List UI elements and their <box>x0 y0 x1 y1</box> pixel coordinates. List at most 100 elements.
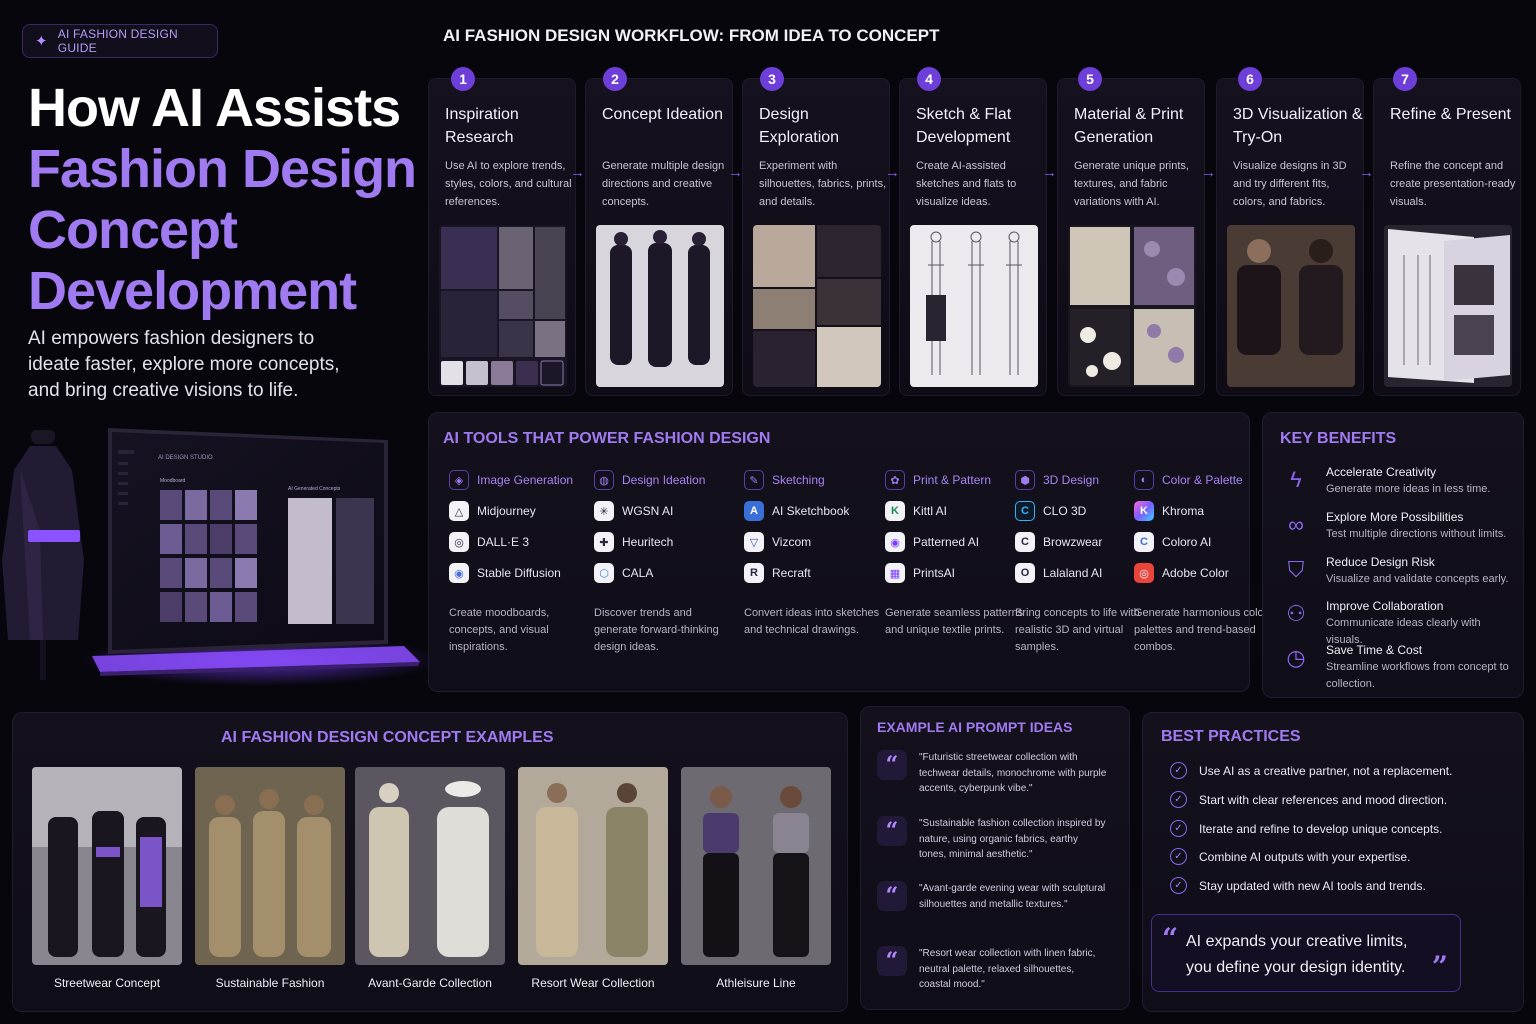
practice-item: ✓ Combine AI outputs with your expertise. <box>1170 848 1410 865</box>
best-practices-title: BEST PRACTICES <box>1161 728 1301 745</box>
workflow-step-2: 2 Concept Ideation Generate multiple des… <box>585 67 733 396</box>
prompt-item: “ "Futuristic streetwear collection with… <box>877 750 1107 797</box>
tool-item[interactable]: R Recraft <box>744 563 884 583</box>
tool-column-design-ideation: ◍ Design Ideation ✳ WGSN AI ✚ Heuritech ⬡ CA… <box>594 470 734 656</box>
step-title: 3D Visualization & Try-On <box>1233 106 1363 146</box>
tool-column-color-palette: ◐ Color & Palette K Khroma C Coloro AI ◎ Ado… <box>1134 470 1274 656</box>
lalaland-icon: O <box>1015 563 1035 583</box>
resort-wear-image <box>518 767 668 965</box>
benefit-item: ⛉ Reduce Design Risk Visualize and valida… <box>1280 554 1520 588</box>
workflow-step-5: 5 Material & Print Generation Generate u… <box>1057 67 1205 396</box>
quote-icon: “ <box>877 946 907 976</box>
check-circle-icon: ✓ <box>1170 762 1187 779</box>
ai-sketchbook-icon: A <box>744 501 764 521</box>
tool-item[interactable]: C Coloro AI <box>1134 532 1274 552</box>
step-number: 1 <box>451 67 475 91</box>
studio-illustration: AI DESIGN STUDIO Moodboard AI Generated … <box>0 410 440 700</box>
3d-cube-icon: ⬢ <box>1015 470 1035 490</box>
3d-tryon-image <box>1227 225 1355 387</box>
tool-item[interactable]: ✳ WGSN AI <box>594 501 734 521</box>
heuritech-icon: ✚ <box>594 532 614 552</box>
tool-description: Discover trends and generate forward-thi… <box>594 607 719 653</box>
page-title: How AI Assists Fashion Design Concept De… <box>28 78 417 321</box>
practice-item: ✓ Iterate and refine to develop unique co… <box>1170 820 1443 837</box>
sketch-flats-image <box>910 225 1038 387</box>
workflow-step-1: 1 Inspiration Research Use AI to explore… <box>428 67 576 396</box>
workflow-step-7: 7 Refine & Present Refine the concept an… <box>1373 67 1521 396</box>
step-title: Design Exploration <box>759 106 840 146</box>
image-generation-icon: ◈ <box>449 470 469 490</box>
benefit-item: ϟ Accelerate Creativity Generate more ide… <box>1280 464 1520 498</box>
benefits-title: KEY BENEFITS <box>1280 430 1397 447</box>
wgsn-icon: ✳ <box>594 501 614 521</box>
step-title: Material & Print Generation <box>1074 106 1184 146</box>
tool-description: Convert ideas into sketches and technica… <box>744 607 880 636</box>
step-title: Inspiration Research <box>445 106 519 146</box>
athleisure-image <box>681 767 831 965</box>
prompt-item: “ "Avant-garde evening wear with sculptu… <box>877 881 1107 912</box>
svg-text:AI DESIGN STUDIO: AI DESIGN STUDIO <box>158 455 213 461</box>
tool-column-print-pattern: ✿ Print & Pattern K Kittl AI ◉ Patterned AI… <box>885 470 1025 639</box>
patterned-ai-icon: ◉ <box>885 532 905 552</box>
practice-item: ✓ Use AI as a creative partner, not a rep… <box>1170 762 1452 779</box>
design-exploration-image <box>753 225 881 387</box>
check-circle-icon: ✓ <box>1170 820 1187 837</box>
benefit-item: ◷ Save Time & Cost Streamline workflows f… <box>1280 642 1520 693</box>
step-title: Refine & Present <box>1390 106 1511 123</box>
streetwear-concept-image <box>32 767 182 965</box>
quote-icon: “ <box>877 816 907 846</box>
print-generation-image <box>1068 225 1196 387</box>
tool-item[interactable]: A AI Sketchbook <box>744 501 884 521</box>
tool-item[interactable]: ◎ DALL·E 3 <box>449 532 589 552</box>
tool-item[interactable]: ⬡ CALA <box>594 563 734 583</box>
tool-item[interactable]: K Khroma <box>1134 501 1274 521</box>
ideation-icon: ◍ <box>594 470 614 490</box>
tool-item[interactable]: ◎ Adobe Color <box>1134 563 1274 583</box>
svg-text:Moodboard: Moodboard <box>160 478 186 484</box>
workflow-title: AI FASHION DESIGN WORKFLOW: FROM IDEA TO… <box>443 26 940 45</box>
hero-subtitle: AI empowers fashion designers to ideate … <box>28 328 340 401</box>
tool-column-image-generation: ◈ Image Generation △ Midjourney ◎ DALL·E 3 … <box>449 470 589 656</box>
arrow-right-icon: → <box>728 164 743 181</box>
midjourney-icon: △ <box>449 501 469 521</box>
step-description: Experiment with silhouettes, fabrics, pr… <box>759 160 887 208</box>
check-circle-icon: ✓ <box>1170 848 1187 865</box>
inspiration-moodboard-image <box>439 225 567 387</box>
tool-item[interactable]: △ Midjourney <box>449 501 589 521</box>
dalle-icon: ◎ <box>449 532 469 552</box>
examples-title: AI FASHION DESIGN CONCEPT EXAMPLES <box>221 729 554 746</box>
tool-description: Create moodboards, concepts, and visual … <box>449 607 550 653</box>
tool-item[interactable]: K Kittl AI <box>885 501 1025 521</box>
step-number: 4 <box>917 67 941 91</box>
quote-text: AI expands your creative limits, you def… <box>1186 933 1408 976</box>
step-description: Generate multiple design directions and … <box>602 160 725 208</box>
workflow-step-4: 4 Sketch & Flat Development Create AI-as… <box>899 67 1047 396</box>
tool-item[interactable]: ◉ Stable Diffusion <box>449 563 589 583</box>
step-description: Refine the concept and create presentati… <box>1390 160 1516 208</box>
arrow-right-icon: → <box>885 164 900 181</box>
tool-item[interactable]: ▽ Vizcom <box>744 532 884 552</box>
example-label: Resort Wear Collection <box>531 976 655 990</box>
example-label: Avant-Garde Collection <box>368 976 492 990</box>
stable-diffusion-icon: ◉ <box>449 563 469 583</box>
prompt-item: “ "Resort wear collection with linen fab… <box>877 946 1107 993</box>
tool-description: Generate seamless patterns and unique te… <box>885 607 1024 636</box>
arrow-right-icon: → <box>1042 164 1057 181</box>
check-circle-icon: ✓ <box>1170 791 1187 808</box>
kittl-icon: K <box>885 501 905 521</box>
step-title: Concept Ideation <box>602 106 723 123</box>
practice-item: ✓ Stay updated with new AI tools and tren… <box>1170 877 1426 894</box>
step-number: 2 <box>603 67 627 91</box>
tool-column-sketching: ✎ Sketching A AI Sketchbook ▽ Vizcom R Recra… <box>744 470 884 639</box>
svg-text:AI Generated Concepts: AI Generated Concepts <box>288 486 341 492</box>
tool-item[interactable]: ▦ PrintsAI <box>885 563 1025 583</box>
example-label: Streetwear Concept <box>53 976 161 990</box>
close-quote-icon: ” <box>1431 950 1448 983</box>
vizcom-icon: ▽ <box>744 532 764 552</box>
tool-item[interactable]: ◉ Patterned AI <box>885 532 1025 552</box>
sketching-icon: ✎ <box>744 470 764 490</box>
infinity-icon: ∞ <box>1288 512 1304 537</box>
quote-callout: “ AI expands your creative limits, you d… <box>1151 914 1461 992</box>
tool-item[interactable]: ✚ Heuritech <box>594 532 734 552</box>
practice-item: ✓ Start with clear references and mood di… <box>1170 791 1447 808</box>
